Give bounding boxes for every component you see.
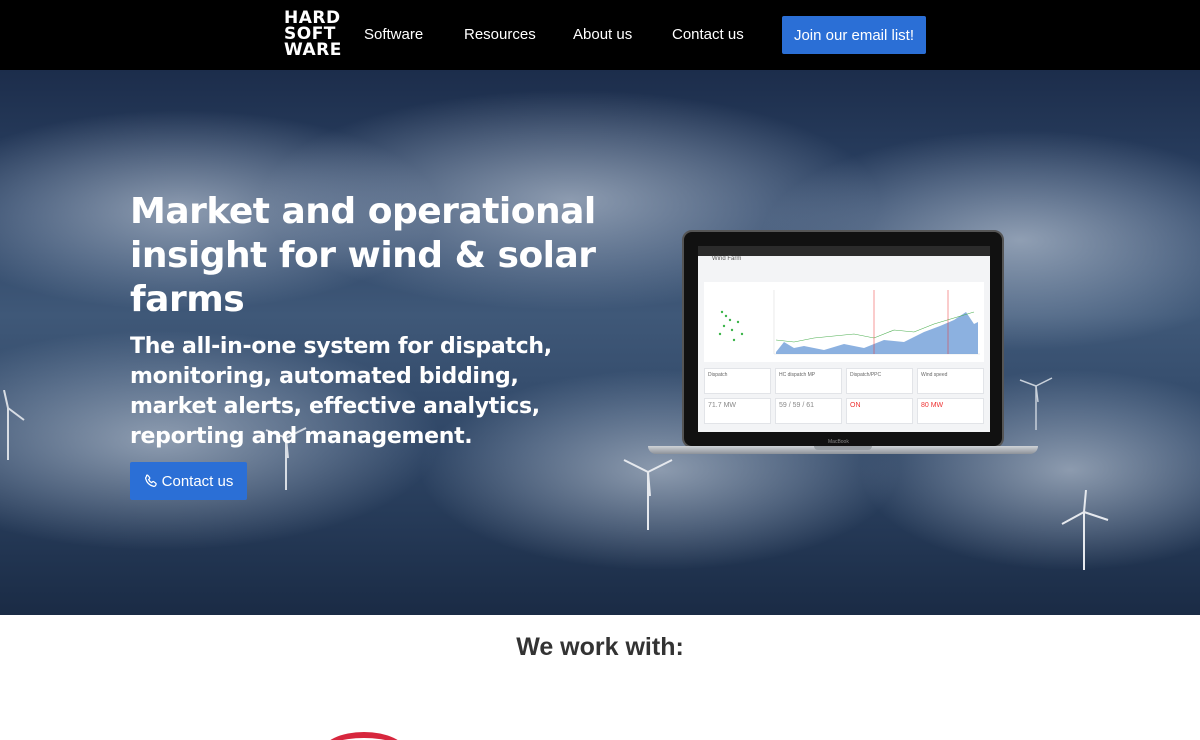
- join-email-list-button[interactable]: Join our email list!: [782, 16, 926, 54]
- contact-us-label: Contact us: [161, 472, 234, 490]
- partners-title: We work with:: [516, 633, 684, 661]
- dashboard-screenshot: Wind Farm Dispatch HC dispatch MP Dispat…: [698, 246, 990, 432]
- hero-title: Market and operational insight for wind …: [130, 191, 596, 320]
- wind-turbine-icon: [1061, 490, 1109, 570]
- card-label: HC dispatch MP: [779, 372, 816, 378]
- dashboard-topbar: [698, 246, 990, 256]
- dashboard-card: HC dispatch MP: [775, 368, 842, 394]
- dashboard-chart: [704, 282, 984, 362]
- nav-about-us[interactable]: About us: [573, 26, 632, 43]
- nav-software[interactable]: Software: [364, 26, 423, 43]
- card-value: 71.7 MW: [708, 402, 737, 409]
- dashboard-card: 80 MW: [917, 398, 984, 424]
- laptop-notch: [814, 446, 872, 450]
- logo-line-3: WARE: [284, 40, 342, 60]
- dashboard-card: Dispatch/PPC: [846, 368, 913, 394]
- card-value: 59 / 59 / 61: [779, 402, 815, 409]
- wind-turbine-icon: [3, 390, 25, 460]
- hero-subtitle: The all-in-one system for dispatch, moni…: [130, 334, 552, 449]
- hero-section: Market and operational insight for wind …: [0, 70, 1200, 615]
- phone-icon: [144, 474, 157, 487]
- card-value: 80 MW: [921, 402, 944, 409]
- nav-resources[interactable]: Resources: [464, 26, 536, 43]
- site-header: HARD SOFT WARE Software Resources About …: [0, 0, 1200, 70]
- card-label: Wind speed: [921, 372, 948, 378]
- dashboard-title: Wind Farm: [712, 256, 742, 262]
- contact-us-button[interactable]: Contact us: [130, 462, 247, 500]
- laptop-mockup: Wind Farm Dispatch HC dispatch MP Dispat…: [648, 230, 1038, 462]
- dashboard-card: Dispatch: [704, 368, 771, 394]
- dashboard-chart-graphic: [718, 290, 980, 355]
- partner-logo[interactable]: [322, 732, 406, 740]
- dashboard-card: Wind speed: [917, 368, 984, 394]
- dashboard-card: 59 / 59 / 61: [775, 398, 842, 424]
- card-label: Dispatch: [708, 372, 728, 378]
- hardsoftware-logo[interactable]: HARD SOFT WARE: [284, 10, 342, 60]
- card-value: ON: [850, 402, 861, 409]
- nav-contact-us[interactable]: Contact us: [672, 26, 744, 43]
- wind-turbine-icon: [623, 459, 673, 530]
- card-label: Dispatch/PPC: [850, 372, 882, 378]
- laptop-brand-label: MacBook: [828, 439, 849, 445]
- dashboard-card: ON: [846, 398, 913, 424]
- dashboard-card: 71.7 MW: [704, 398, 771, 424]
- laptop-lid: Wind Farm Dispatch HC dispatch MP Dispat…: [682, 230, 1004, 448]
